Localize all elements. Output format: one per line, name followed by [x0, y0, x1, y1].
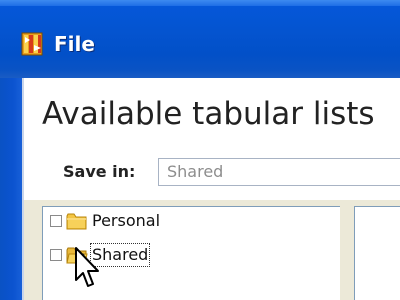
save-in-value: Shared [167, 162, 224, 181]
file-dialog-window: File Available tabular lists Save in: Sh… [0, 0, 400, 300]
window-title: File [54, 32, 95, 56]
dialog-heading: Available tabular lists [42, 96, 375, 132]
window-frame-left [0, 78, 22, 300]
title-bar-highlight [0, 0, 400, 6]
list-panel[interactable] [354, 206, 400, 300]
save-in-field[interactable]: Shared [158, 158, 400, 186]
personal-checkbox[interactable] [50, 215, 62, 227]
shared-checkbox[interactable] [50, 249, 62, 261]
tree-item-label: Personal [92, 211, 161, 230]
title-bar[interactable]: File [0, 0, 400, 78]
file-app-icon [21, 32, 43, 56]
folder-icon [66, 213, 87, 230]
save-in-label: Save in: [63, 162, 136, 181]
arrow-cursor-icon [75, 247, 99, 287]
